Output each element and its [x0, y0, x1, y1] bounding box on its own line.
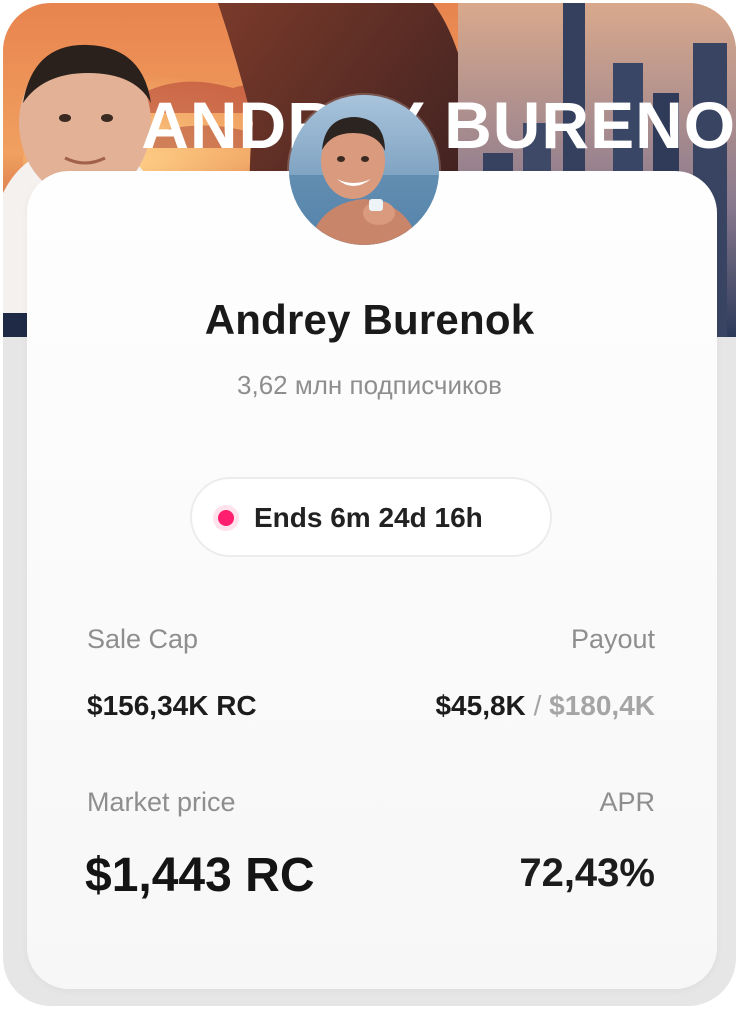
banner-title-text: ANDREY BURENOK	[141, 88, 736, 162]
countdown-text: Ends 6m 24d 16h	[254, 502, 483, 533]
sale-cap-value: $156,34K RC	[87, 690, 257, 721]
avatar[interactable]	[289, 95, 439, 245]
subscriber-count: 3,62 млн подписчиков	[237, 370, 502, 400]
live-status-dot-icon	[218, 510, 234, 526]
market-price-value: $1,443 RC	[85, 849, 315, 902]
sale-cap-label: Sale Cap	[87, 624, 199, 654]
payout-current: $45,8K	[435, 690, 526, 721]
apr-value: 72,43%	[519, 851, 655, 895]
sale-countdown-badge: Ends 6m 24d 16h	[190, 477, 552, 557]
payout-separator: /	[533, 690, 542, 721]
apr-label: APR	[599, 787, 655, 817]
market-price-label: Market price	[87, 787, 236, 817]
payout-label: Payout	[570, 624, 655, 654]
profile-name: Andrey Burenok	[204, 296, 535, 343]
payout-total: $180,4K	[549, 690, 655, 721]
payout-value: $45,8K / $180,4K	[435, 690, 655, 722]
